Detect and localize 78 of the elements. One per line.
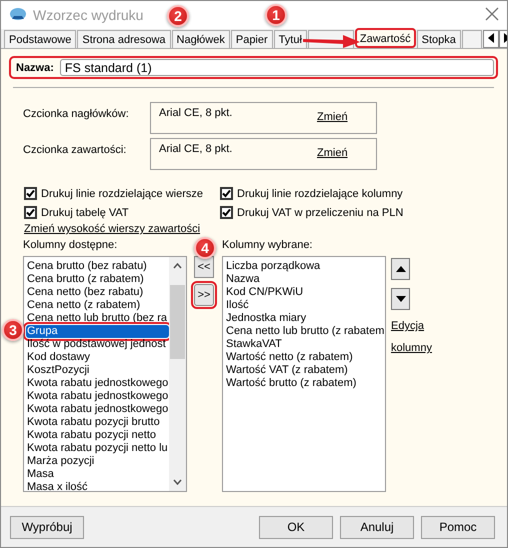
option-label: Drukuj linie rozdzielające kolumny (237, 188, 403, 200)
change-font-link[interactable]: Zmień (317, 147, 348, 161)
scroll-left-button[interactable] (482, 30, 499, 48)
list-label: Kolumny dostępne: (23, 239, 118, 253)
dialog-button[interactable]: Wypróbuj (10, 516, 84, 538)
font-value: Arial CE, 8 pkt. (159, 143, 234, 157)
scroll-down-icon[interactable] (173, 479, 182, 485)
checkbox[interactable] (220, 187, 233, 200)
list-item[interactable]: Kod CN/PKWiU (225, 286, 385, 299)
available-columns-list[interactable] (23, 256, 187, 492)
list-item[interactable]: KosztPozycji (26, 364, 169, 377)
move-button[interactable]: << (194, 256, 214, 278)
list-label: Kolumny wybrane: (222, 239, 314, 253)
name-input[interactable]: FS standard (1) (60, 59, 494, 76)
tab[interactable]: Tytuł (274, 30, 307, 48)
list-item[interactable]: Kwota rabatu pozycji brutto (26, 416, 169, 429)
list-item[interactable]: Kwota rabatu jednostkowego (26, 403, 169, 416)
down-triangle-icon (396, 296, 406, 302)
tab[interactable]: Nagłówek (172, 30, 230, 48)
list-item[interactable]: Masa x ilość (26, 481, 169, 491)
list-item[interactable]: Kwota rabatu jednostkowego (26, 377, 169, 390)
row-height-link[interactable]: Zmień wysokość wierszy zawartości (24, 223, 200, 235)
move-up-button[interactable] (391, 258, 410, 280)
list-item[interactable]: Wartość brutto (z rabatem) (225, 377, 385, 390)
font-value: Arial CE, 8 pkt. (159, 107, 234, 121)
dialog-button[interactable]: Anuluj (340, 516, 414, 538)
option-label: Drukuj linie rozdzielające wiersze (41, 188, 204, 200)
font-label: Czcionka nagłówków: (23, 107, 130, 122)
up-triangle-icon (396, 266, 406, 272)
list-item[interactable]: Cena netto lub brutto (bez ra (26, 312, 169, 325)
step-badge: 1 (265, 4, 287, 26)
list-item[interactable]: Marża pozycji (26, 455, 169, 468)
list-item[interactable]: Wartość VAT (z rabatem) (225, 364, 385, 377)
list-item[interactable]: Jednostka miary (225, 312, 385, 325)
tab[interactable]: Podstawowe (4, 30, 76, 48)
list-item[interactable]: Nazwa (225, 273, 385, 286)
checkbox[interactable] (24, 187, 37, 200)
list-item[interactable]: Cena brutto (z rabatem) (26, 273, 169, 286)
list-item[interactable]: Kwota rabatu pozycji netto lu (26, 442, 169, 455)
left-triangle-icon (486, 32, 495, 42)
tab[interactable]: Stopka (416, 30, 461, 48)
step-badge: 2 (167, 5, 189, 27)
list-item[interactable]: Kwota rabatu pozycji netto (26, 429, 169, 442)
change-font-link[interactable]: Zmień (317, 111, 348, 125)
list-item[interactable]: Ilość w podstawowej jednost (26, 338, 169, 351)
name-label: Nazwa: (16, 62, 54, 74)
list-item[interactable]: Kod dostawy (26, 351, 169, 364)
option-label: Drukuj VAT w przeliczeniu na PLN (237, 206, 404, 218)
dialog-button[interactable]: OK (259, 516, 333, 538)
window-title: Wzorzec wydruku (33, 7, 144, 23)
checkbox[interactable] (220, 206, 233, 219)
app-logo-icon (9, 7, 27, 23)
list-item[interactable]: Cena netto lub brutto (z rabatem (225, 325, 385, 338)
edit-column-link[interactable]: kolumny (391, 342, 432, 354)
list-item[interactable]: Cena netto (z rabatem) (26, 299, 169, 312)
list-item[interactable]: Cena netto (bez rabatu) (26, 286, 169, 299)
list-item[interactable]: Grupa (26, 325, 169, 338)
list-item[interactable]: Liczba porządkowa (225, 260, 385, 273)
checkbox[interactable] (24, 206, 37, 219)
tab[interactable]: Papier (230, 30, 273, 48)
list-item[interactable]: Masa (26, 468, 169, 481)
edit-column-link[interactable]: Edycja (391, 320, 424, 332)
list-item[interactable]: Ilość (225, 299, 385, 312)
tab[interactable]: Zawartość (354, 28, 416, 48)
list-item[interactable]: Wartość netto (z rabatem) (225, 351, 385, 364)
list-item[interactable]: StawkaVAT (225, 338, 385, 351)
move-down-button[interactable] (391, 288, 410, 310)
list-item[interactable]: Kwota rabatu jednostkowego (26, 390, 169, 403)
dialog-button[interactable]: Pomoc (421, 516, 495, 538)
move-button[interactable]: >> (194, 284, 214, 306)
font-label: Czcionka zawartości: (23, 143, 128, 158)
callout-arrow (303, 33, 361, 49)
scrollbar[interactable] (169, 257, 186, 491)
scroll-up-icon[interactable] (173, 263, 182, 269)
tab[interactable]: Strona adresowa (77, 30, 171, 48)
selected-columns-list[interactable]: Liczba porządkowa Nazwa Kod CN/PKWiU Ilość Jednostka miary Cena netto lub brutto (z rabatem StawkaVAT Wartość netto (z rabatem) Wartość VAT (z rabatem) Wartość brutto (z rabatem) (222, 256, 386, 492)
option-label: Drukuj tabelę VAT (41, 206, 129, 218)
list-item[interactable]: Cena brutto (bez rabatu) (26, 260, 169, 273)
